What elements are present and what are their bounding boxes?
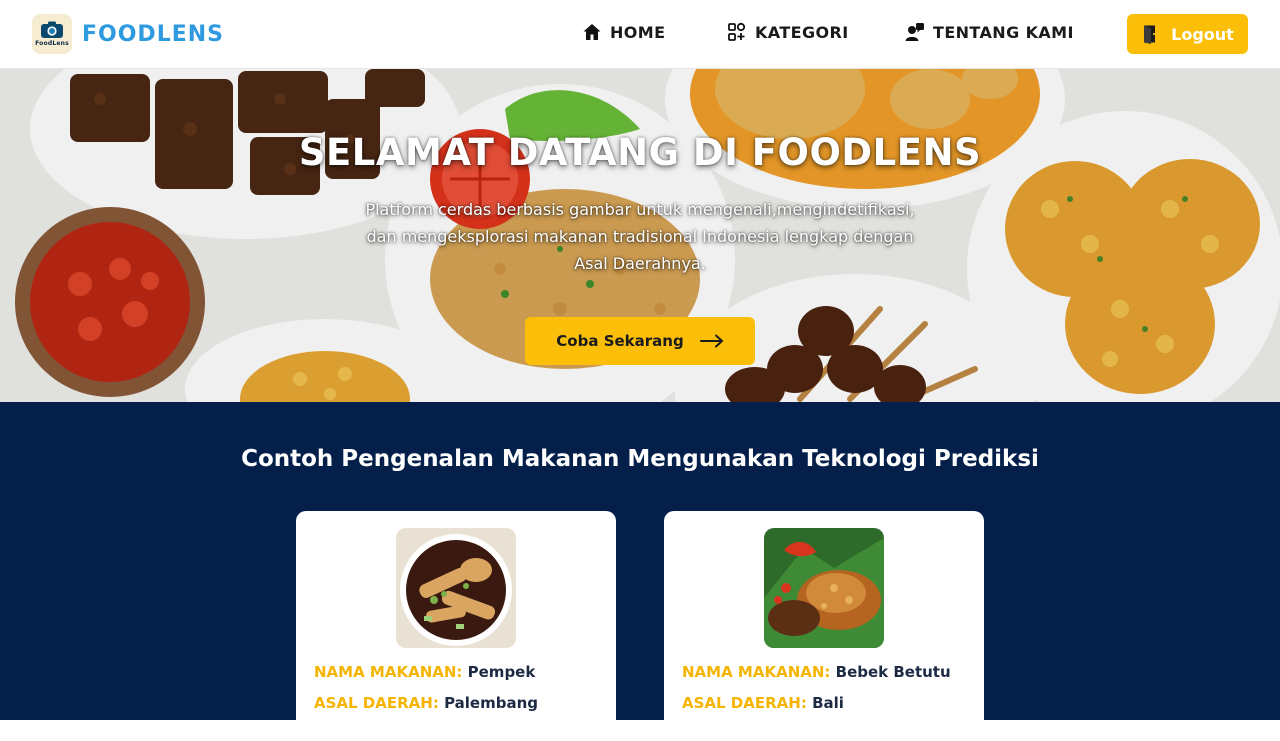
food-name-key: NAMA MAKANAN: [314,663,463,681]
nav-kategori-label: KATEGORI [755,22,849,42]
food-origin-key: ASAL DAERAH: [682,694,807,712]
food-image-bebek-betutu [764,528,884,648]
hero-banner: SELAMAT DATANG DI FOODLENS Platform cerd… [0,69,1280,402]
section-title: Contoh Pengenalan Makanan Mengunakan Tek… [241,446,1039,472]
home-icon [583,24,601,40]
hero-description: Platform cerdas berbasis gambar untuk me… [365,200,915,273]
brand[interactable]: FoodLens FOODLENS [32,14,224,54]
food-name-row: NAMA MAKANAN: Pempek [314,663,535,681]
pempek-photo [396,528,516,648]
door-exit-icon [1144,25,1162,44]
prediction-examples-section: Contoh Pengenalan Makanan Mengunakan Tek… [0,402,1280,741]
nav-home[interactable]: HOME [582,22,665,42]
nav-tentang-kami[interactable]: TENTANG KAMI [905,22,1074,42]
bebek-betutu-photo [764,528,884,648]
food-card-bebek-betutu[interactable]: NAMA MAKANAN: Bebek Betutu ASAL DAERAH: … [664,511,984,741]
camera-icon [41,21,63,38]
logout-label: Logout [1171,24,1234,44]
food-origin-value: Palembang [444,694,538,712]
food-origin-row: ASAL DAERAH: Bali [682,694,844,712]
food-origin-key: ASAL DAERAH: [314,694,439,712]
hero-title: SELAMAT DATANG DI FOODLENS [298,131,982,174]
navbar: FoodLens FOODLENS HOME KATEGORI TENTANG … [0,0,1280,69]
food-image-pempek [396,528,516,648]
arrow-right-icon [699,334,724,348]
food-name-row: NAMA MAKANAN: Bebek Betutu [682,663,951,681]
food-origin-value: Bali [812,694,844,712]
team-icon [905,23,924,41]
food-card-pempek[interactable]: NAMA MAKANAN: Pempek ASAL DAERAH: Palemb… [296,511,616,741]
grid-icon [728,22,746,41]
try-now-button[interactable]: Coba Sekarang [525,317,755,365]
nav-tentang-label: TENTANG KAMI [933,22,1074,42]
food-name-value: Pempek [467,663,536,681]
food-name-value: Bebek Betutu [835,663,951,681]
try-now-label: Coba Sekarang [556,332,684,350]
food-name-key: NAMA MAKANAN: [682,663,831,681]
nav-kategori[interactable]: KATEGORI [727,22,849,42]
nav-home-label: HOME [610,22,666,42]
logout-button[interactable]: Logout [1127,14,1248,54]
brand-logo[interactable]: FoodLens [32,14,72,54]
brand-name[interactable]: FOODLENS [82,22,224,47]
food-origin-row: ASAL DAERAH: Palembang [314,694,538,712]
logo-text: FoodLens [35,40,69,47]
